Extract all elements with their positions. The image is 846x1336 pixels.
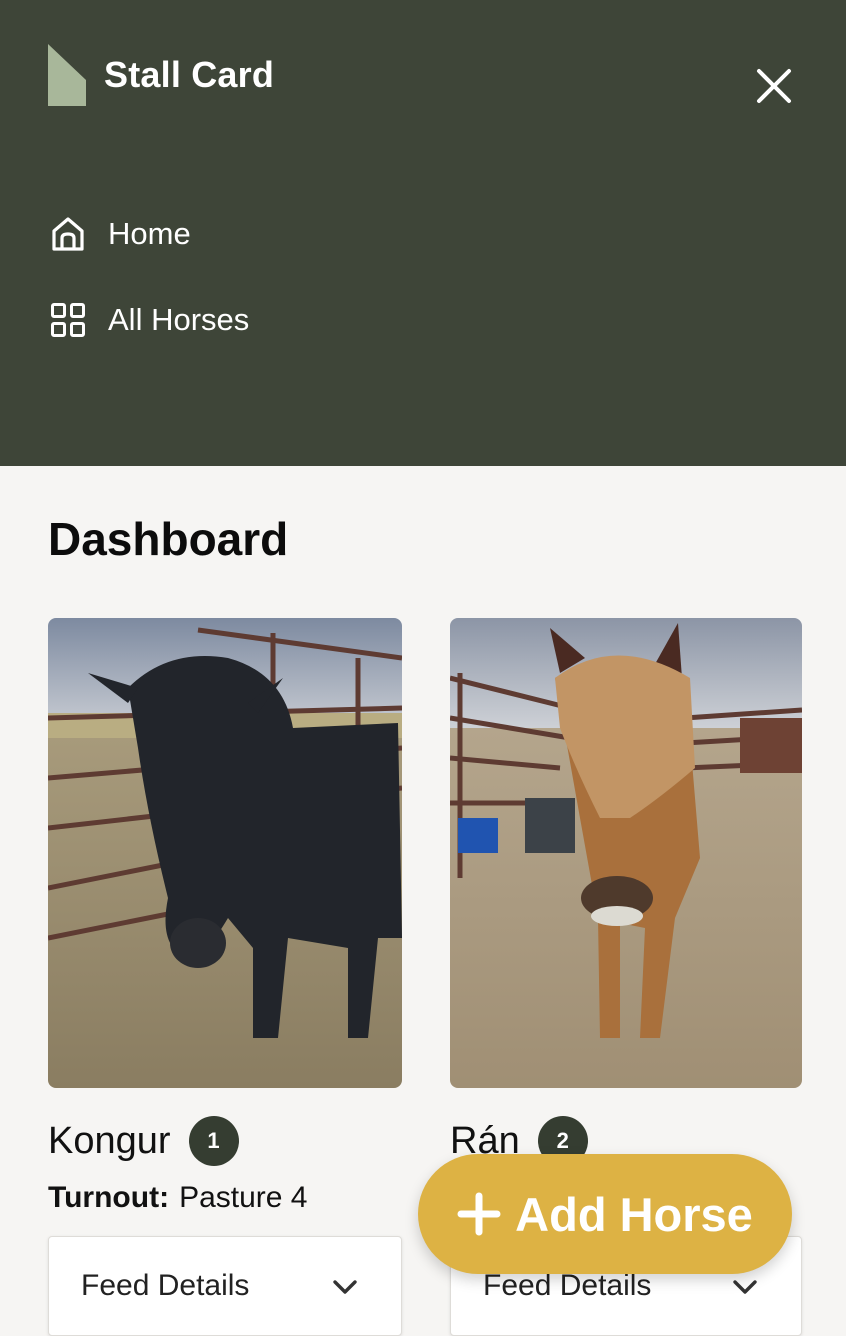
nav-drawer: Stall Card Home All Horses: [0, 0, 846, 466]
horse-photo[interactable]: [48, 618, 402, 1088]
close-icon: [757, 69, 791, 103]
add-horse-label: Add Horse: [515, 1187, 753, 1241]
turnout-label: Turnout:: [48, 1181, 170, 1214]
home-icon: [48, 214, 88, 254]
stall-number-badge: 1: [188, 1116, 239, 1166]
feed-details-label: Feed Details: [483, 1269, 652, 1302]
nav-item-home[interactable]: Home: [48, 208, 191, 260]
feed-details-label: Feed Details: [81, 1269, 250, 1302]
add-horse-button[interactable]: Add Horse: [418, 1154, 792, 1274]
horse-card[interactable]: Rán 2 Feed Details: [450, 618, 802, 1336]
page-title: Dashboard: [48, 513, 289, 565]
feed-details-toggle[interactable]: Feed Details: [48, 1236, 402, 1336]
nav-item-label: All Horses: [108, 302, 250, 337]
horse-photo[interactable]: [450, 618, 802, 1088]
nav-item-label: Home: [108, 216, 191, 251]
chevron-down-icon: [733, 1280, 757, 1294]
brand[interactable]: Stall Card: [48, 44, 274, 106]
horse-card[interactable]: Kongur 1 Turnout: Pasture 4 Feed Details: [48, 618, 402, 1336]
turnout-value: Pasture 4: [179, 1181, 308, 1214]
close-menu-button[interactable]: [748, 60, 800, 112]
nav-item-all-horses[interactable]: All Horses: [48, 294, 249, 346]
grid-icon: [48, 300, 88, 340]
plus-icon: [457, 1192, 501, 1236]
turnout-info: Turnout: Pasture 4: [48, 1178, 402, 1218]
app-title: Stall Card: [104, 54, 275, 95]
horse-name[interactable]: Kongur: [48, 1120, 171, 1163]
stall-card-logo-icon: [48, 44, 86, 106]
chevron-down-icon: [333, 1280, 357, 1294]
